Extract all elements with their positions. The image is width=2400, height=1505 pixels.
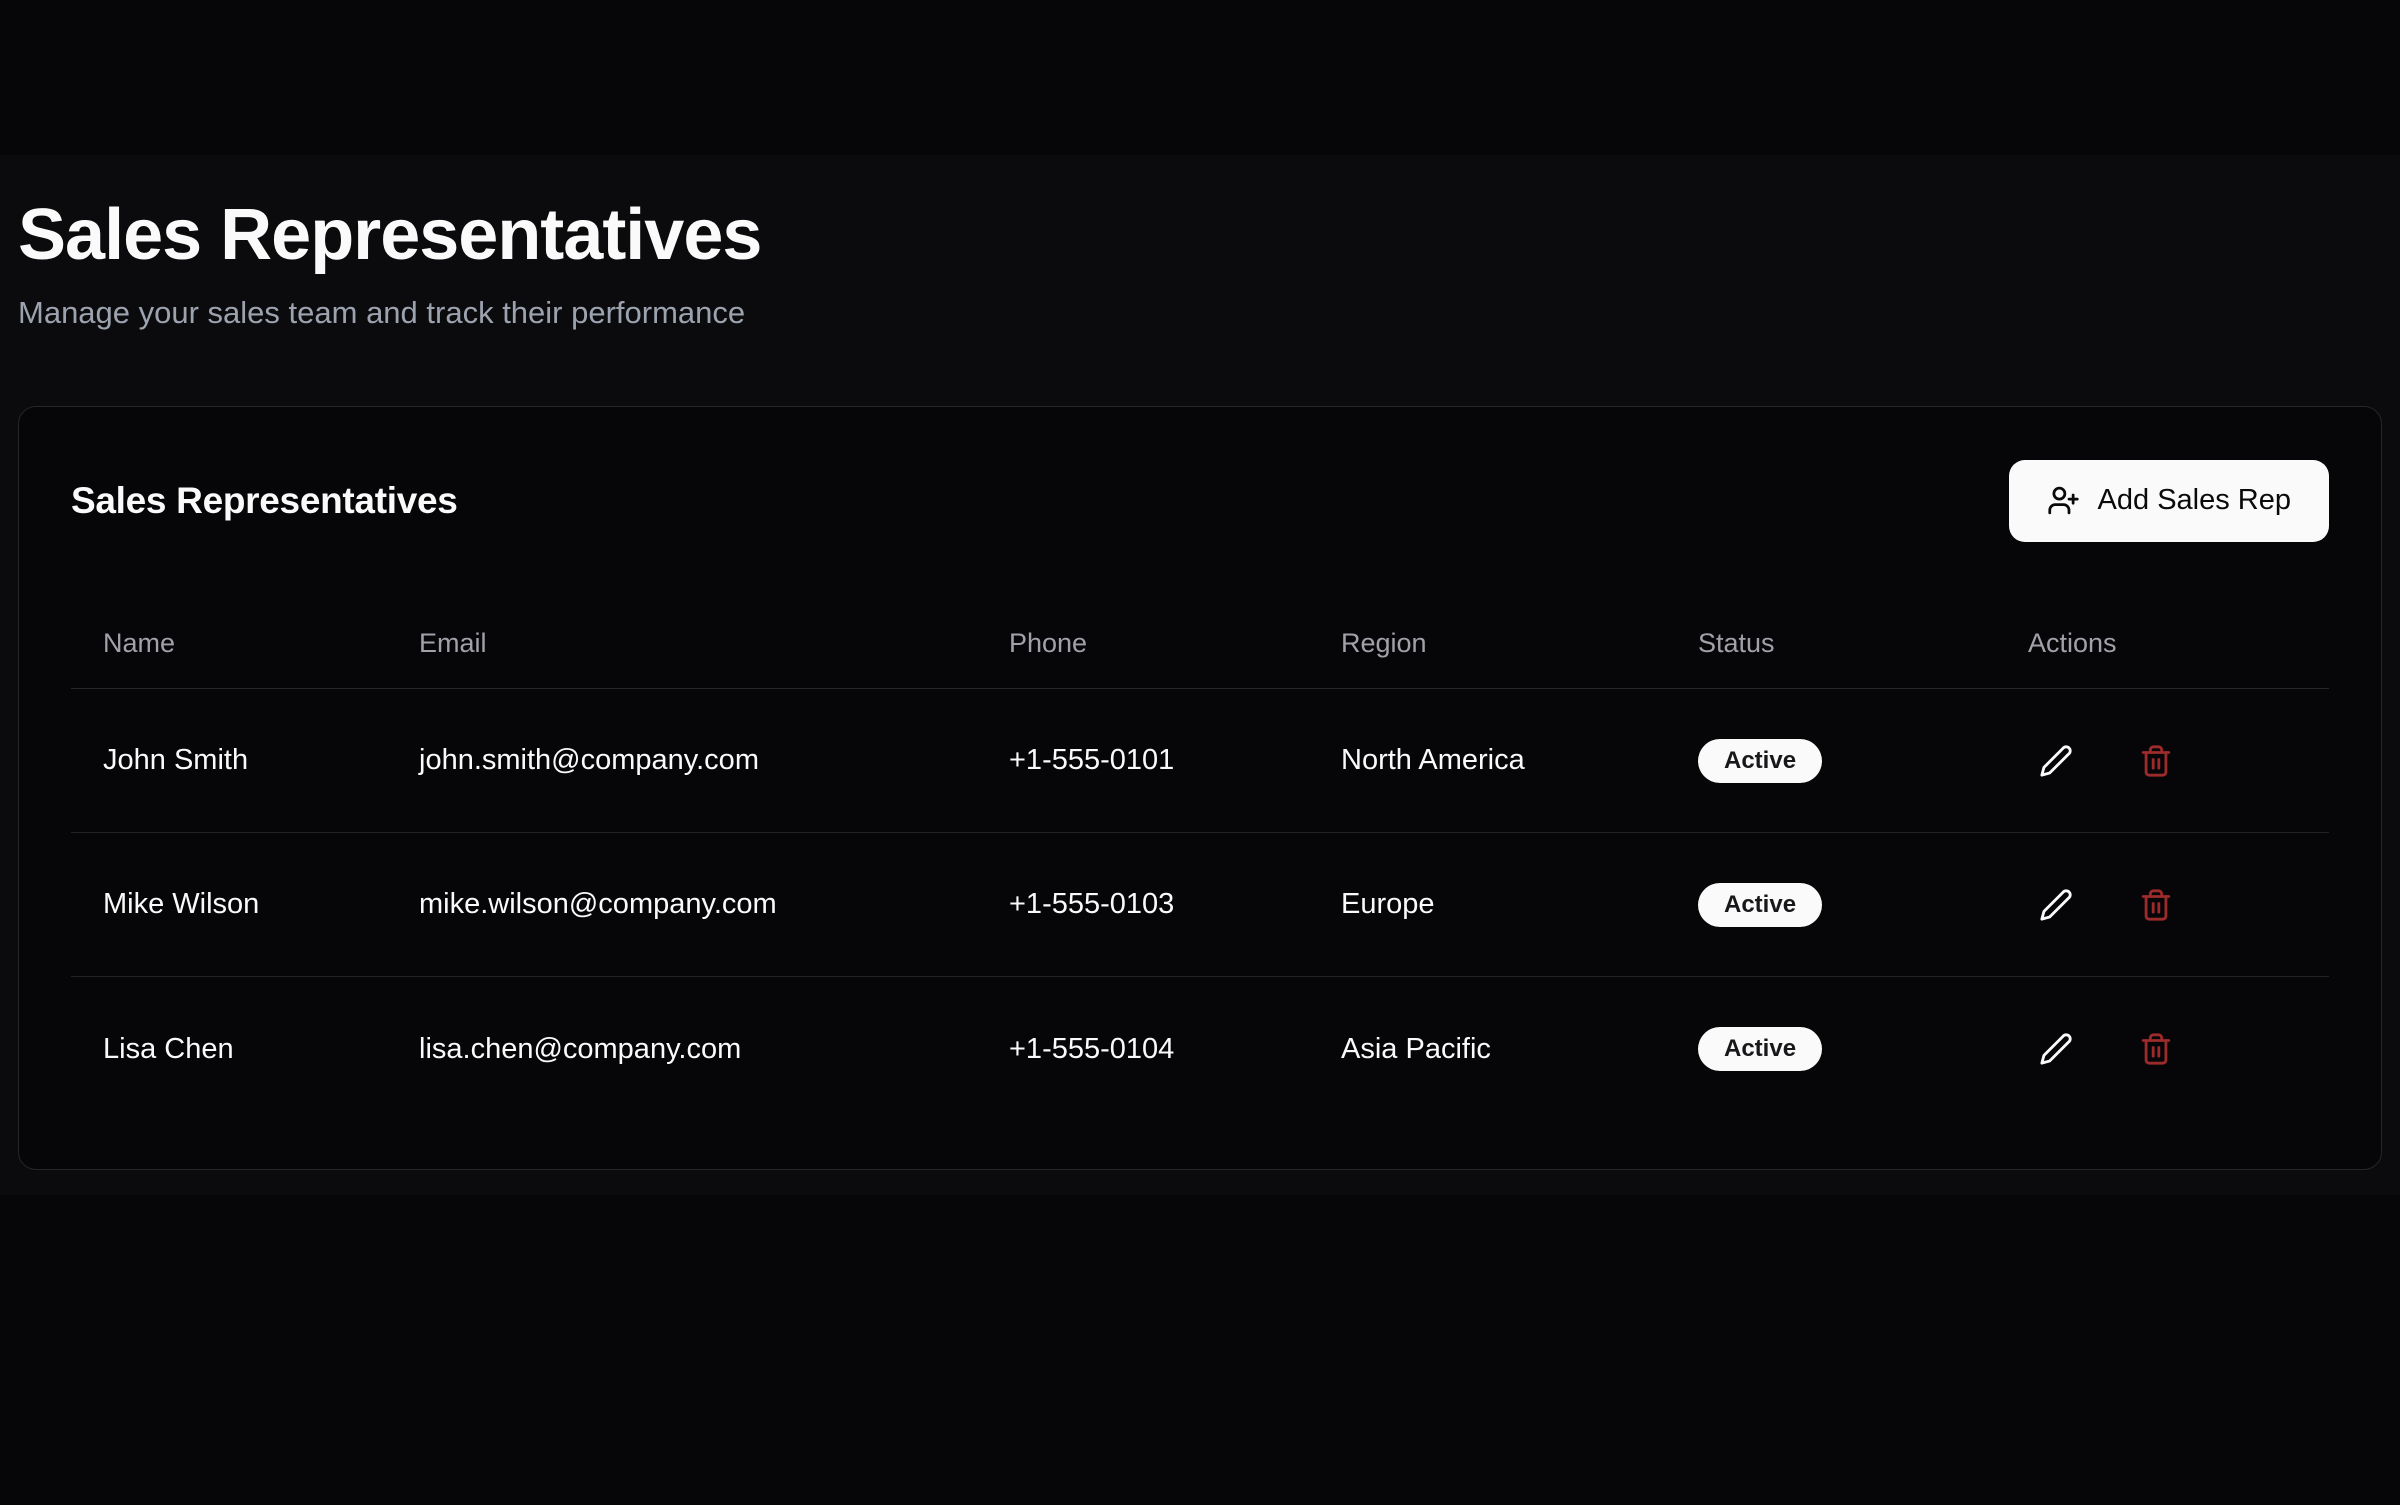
rep-phone: +1-555-0104: [977, 977, 1309, 1121]
rep-region: North America: [1309, 689, 1666, 833]
add-sales-rep-label: Add Sales Rep: [2098, 484, 2291, 517]
table-row: Lisa Chen lisa.chen@company.com +1-555-0…: [71, 977, 2329, 1121]
page-subtitle: Manage your sales team and track their p…: [18, 292, 2382, 334]
status-badge: Active: [1698, 883, 1822, 927]
delete-button[interactable]: [2132, 1025, 2180, 1073]
rep-phone: +1-555-0103: [977, 833, 1309, 977]
rep-name: Mike Wilson: [71, 833, 387, 977]
page-title: Sales Representatives: [18, 193, 2382, 278]
card-header: Sales Representatives Add Sales Rep: [71, 459, 2329, 543]
pencil-icon: [2039, 888, 2073, 922]
trash-icon: [2139, 744, 2173, 778]
rep-email: john.smith@company.com: [387, 689, 977, 833]
column-header-region: Region: [1309, 599, 1666, 689]
table-header: Name Email Phone Region Status Actions: [71, 599, 2329, 689]
delete-button[interactable]: [2132, 881, 2180, 929]
add-sales-rep-button[interactable]: Add Sales Rep: [2009, 460, 2329, 542]
rep-email: lisa.chen@company.com: [387, 977, 977, 1121]
rep-region: Asia Pacific: [1309, 977, 1666, 1121]
edit-button[interactable]: [2032, 1025, 2080, 1073]
rep-region: Europe: [1309, 833, 1666, 977]
row-actions: [2028, 881, 2329, 929]
column-header-status: Status: [1666, 599, 1996, 689]
column-header-email: Email: [387, 599, 977, 689]
rep-name: John Smith: [71, 689, 387, 833]
delete-button[interactable]: [2132, 737, 2180, 785]
pencil-icon: [2039, 744, 2073, 778]
user-plus-icon: [2047, 484, 2080, 517]
rep-email: mike.wilson@company.com: [387, 833, 977, 977]
rep-phone: +1-555-0101: [977, 689, 1309, 833]
pencil-icon: [2039, 1032, 2073, 1066]
table-row: John Smith john.smith@company.com +1-555…: [71, 689, 2329, 833]
sales-reps-card: Sales Representatives Add Sales Rep: [18, 406, 2382, 1170]
row-actions: [2028, 737, 2329, 785]
status-badge: Active: [1698, 1027, 1822, 1071]
main-content: Sales Representatives Manage your sales …: [0, 155, 2400, 1195]
trash-icon: [2139, 888, 2173, 922]
column-header-name: Name: [71, 599, 387, 689]
row-actions: [2028, 1025, 2329, 1073]
edit-button[interactable]: [2032, 737, 2080, 785]
trash-icon: [2139, 1032, 2173, 1066]
rep-name: Lisa Chen: [71, 977, 387, 1121]
column-header-actions: Actions: [1996, 599, 2329, 689]
column-header-phone: Phone: [977, 599, 1309, 689]
card-title: Sales Representatives: [71, 480, 458, 522]
sales-reps-table: Name Email Phone Region Status Actions J…: [71, 599, 2329, 1121]
table-row: Mike Wilson mike.wilson@company.com +1-5…: [71, 833, 2329, 977]
edit-button[interactable]: [2032, 881, 2080, 929]
status-badge: Active: [1698, 739, 1822, 783]
